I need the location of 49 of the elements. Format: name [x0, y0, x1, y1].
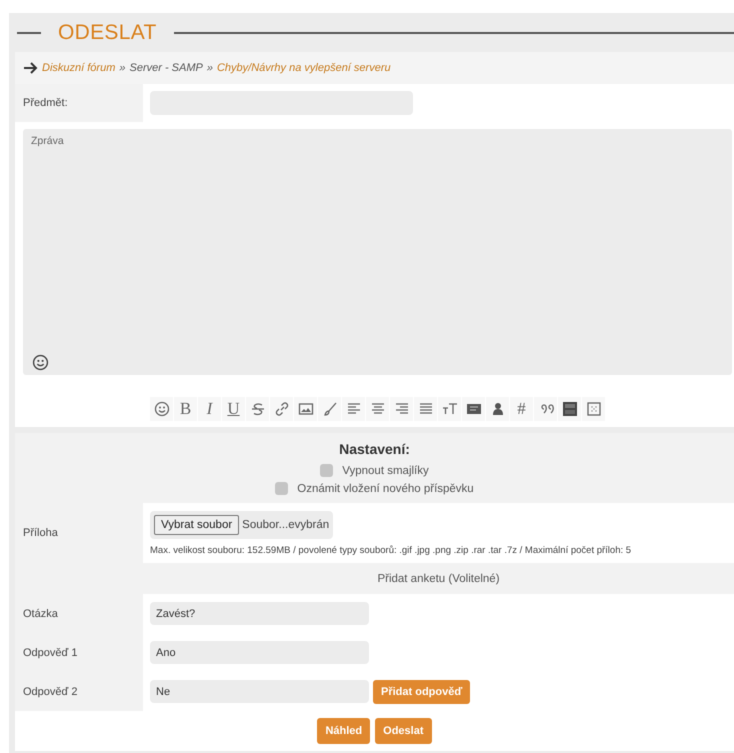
- breadcrumb-separator: »: [206, 62, 213, 74]
- link-icon[interactable]: [270, 397, 293, 421]
- user-icon[interactable]: [486, 397, 509, 421]
- file-input[interactable]: Vybrat soubor Soubor...evybrán: [150, 511, 334, 539]
- form-button[interactable]: Odeslat: [375, 718, 432, 744]
- format-button[interactable]: U: [222, 397, 245, 421]
- choose-file-button[interactable]: Vybrat soubor: [154, 515, 240, 535]
- code-icon[interactable]: [462, 397, 485, 421]
- form-button[interactable]: Náhled: [317, 718, 370, 744]
- align-left-icon[interactable]: [342, 397, 365, 421]
- input-field[interactable]: Zavést?: [150, 602, 369, 625]
- quote-icon[interactable]: [534, 397, 557, 421]
- input-field[interactable]: Ne: [150, 680, 369, 703]
- checkbox-label: Vypnout smajlíky: [342, 464, 429, 476]
- field-label: Odpověď 1: [15, 633, 143, 672]
- image-icon[interactable]: [294, 397, 317, 421]
- arrow-right-icon: [23, 62, 38, 74]
- input-field[interactable]: Ano: [150, 641, 369, 664]
- field-label: Příloha: [15, 503, 143, 563]
- checkbox[interactable]: [320, 464, 334, 477]
- align-right-icon[interactable]: [390, 397, 413, 421]
- checkbox-label: Oznámit vložení nového příspěvku: [297, 482, 474, 494]
- upload-help-text: Max. velikost souboru: 152.59MB / povolené typy souborů: .gif .jpg .png .zip .rar .tar .7z / Maximální počet příloh: 5: [150, 545, 632, 556]
- breadcrumb-separator: »: [119, 62, 126, 74]
- strikethrough-icon[interactable]: [246, 397, 269, 421]
- settings-heading: Nastavení:: [339, 441, 410, 457]
- justify-icon[interactable]: [414, 397, 437, 421]
- checkbox[interactable]: [275, 482, 288, 495]
- font-size-icon[interactable]: [438, 397, 461, 421]
- breadcrumb-item: Server - SAMP: [129, 62, 203, 74]
- emoji-icon[interactable]: [32, 354, 49, 371]
- brush-icon[interactable]: [318, 397, 341, 421]
- align-center-icon[interactable]: [366, 397, 389, 421]
- format-button[interactable]: I: [198, 397, 221, 421]
- field-label: Odpověď 2: [15, 672, 143, 711]
- file-status: Soubor...evybrán: [242, 519, 330, 531]
- grid-icon[interactable]: [582, 397, 605, 421]
- breadcrumb-link[interactable]: Chyby/Návrhy na vylepšení serveru: [216, 62, 391, 74]
- format-button[interactable]: #: [510, 397, 533, 421]
- breadcrumb-link[interactable]: Diskuzní fórum: [42, 62, 116, 74]
- message-field[interactable]: Zpráva: [23, 129, 732, 375]
- emoji-icon[interactable]: [150, 397, 173, 421]
- format-button[interactable]: B: [174, 397, 197, 421]
- poll-heading: Přidat anketu (Volitelné): [377, 572, 500, 584]
- field-label: Předmět:: [15, 84, 143, 122]
- video-icon[interactable]: [558, 397, 581, 421]
- field-label: Otázka: [15, 594, 143, 633]
- add-answer-button[interactable]: Přidat odpověď: [373, 680, 470, 704]
- page-title: ODESLAT: [58, 20, 157, 44]
